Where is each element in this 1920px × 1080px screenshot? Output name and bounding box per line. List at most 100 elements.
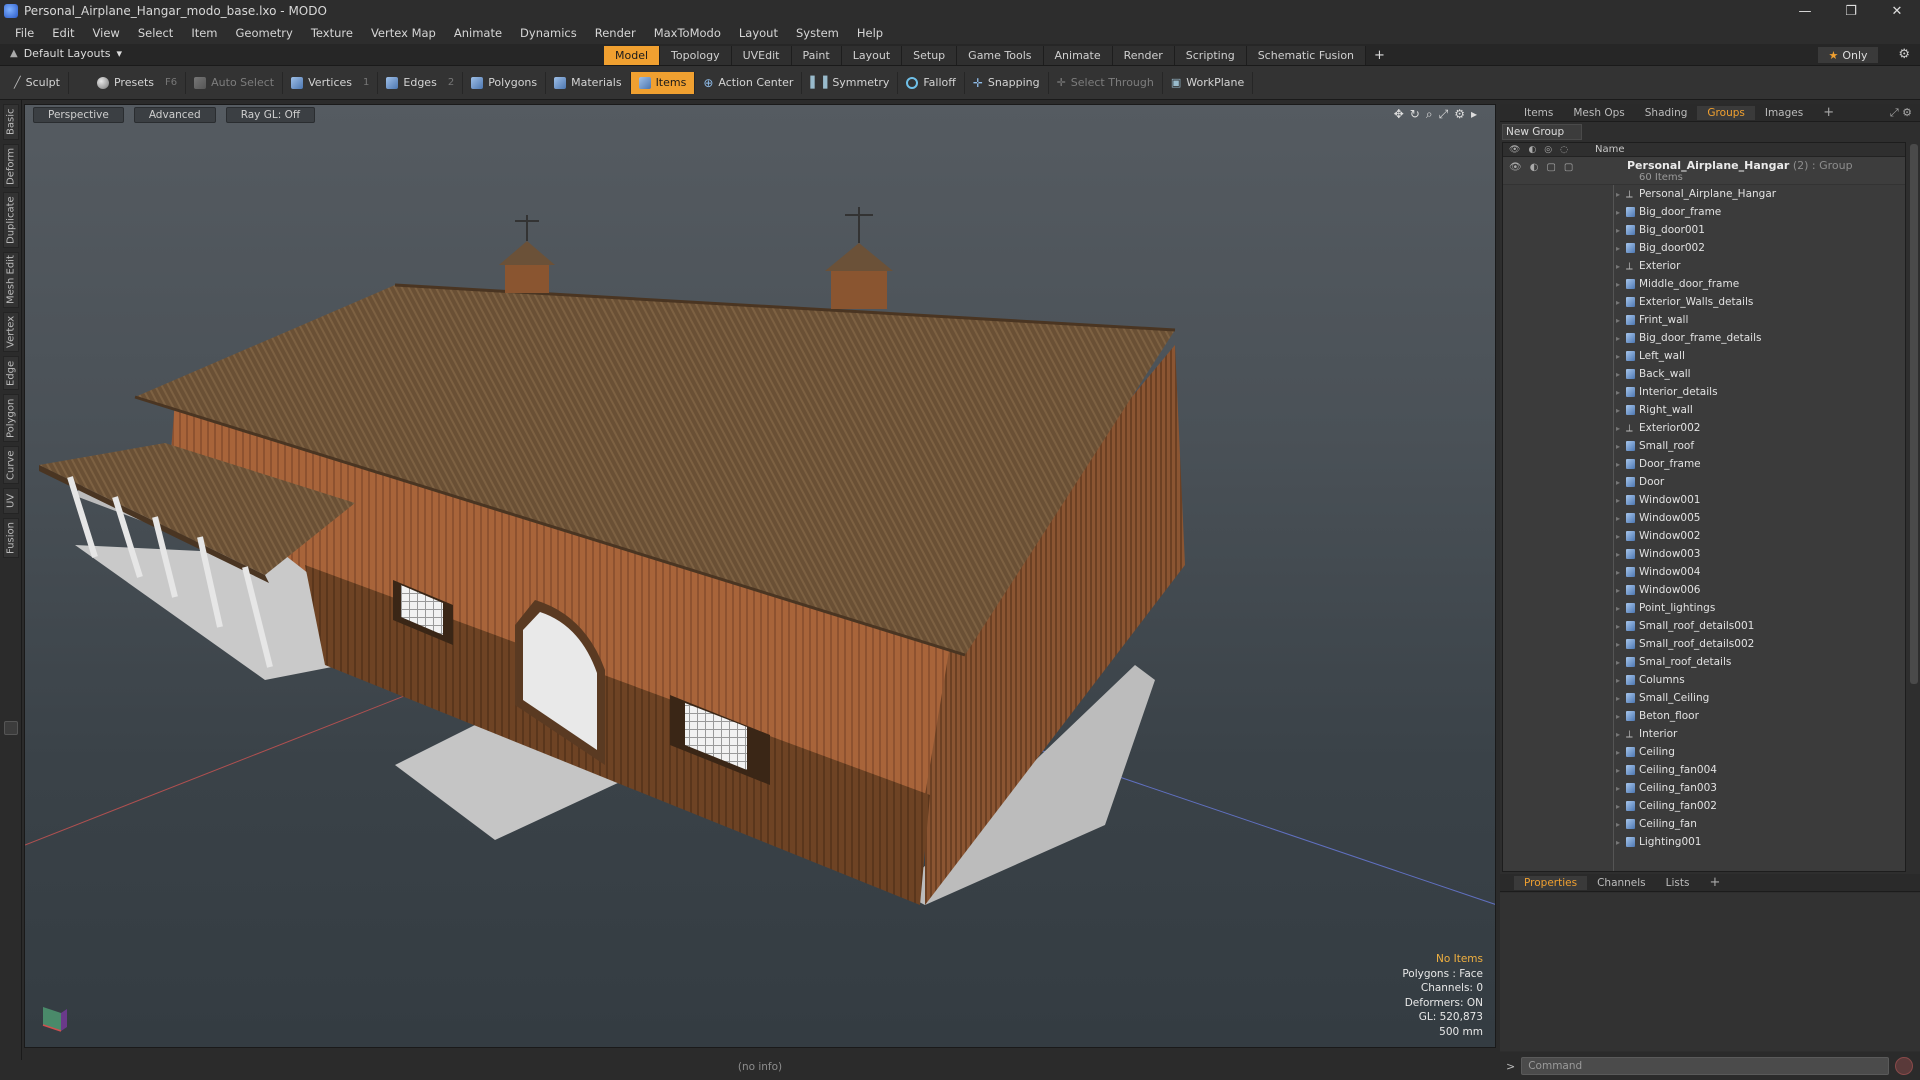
expand-icon[interactable]: ▸ [1616,298,1626,307]
tab-model[interactable]: Model [604,46,661,65]
list-item[interactable]: ▸ Columns [1503,671,1905,689]
select-icon[interactable]: ◌ [1560,145,1568,155]
viewport-settings-icon[interactable]: ⚙ [1454,107,1465,122]
list-item[interactable]: ▸ Window006 [1503,581,1905,599]
expand-icon[interactable]: ▸ [1616,730,1626,739]
expand-icon[interactable]: ▸ [1616,190,1626,199]
pin-icon[interactable]: ▲ [10,48,18,59]
menu-view[interactable]: View [84,26,129,40]
group-row[interactable]: 👁 ◐ ▢ ▢ Personal_Airplane_Hangar (2) : G… [1503,157,1905,185]
vtab-basic[interactable]: Basic [3,104,19,140]
raygl-toggle[interactable]: Ray GL: Off [225,107,316,123]
menu-dynamics[interactable]: Dynamics [511,26,586,40]
sculpt-button[interactable]: ╱ Sculpt [6,71,69,94]
list-item[interactable]: ▸ Door_frame [1503,455,1905,473]
menu-geometry[interactable]: Geometry [227,26,302,40]
render-icon[interactable]: ◐ [1530,162,1539,173]
expand-icon[interactable]: ▸ [1616,694,1626,703]
vtab-edge[interactable]: Edge [3,356,19,390]
list-item[interactable]: ▸ Ceiling_fan003 [1503,779,1905,797]
items-button[interactable]: Items [630,71,696,94]
expand-icon[interactable]: ▸ [1616,820,1626,829]
menu-maxtomodo[interactable]: MaxToModo [645,26,730,40]
list-item[interactable]: ▸ Small_roof_details001 [1503,617,1905,635]
menu-layout[interactable]: Layout [730,26,787,40]
tab-paint[interactable]: Paint [791,46,842,65]
palette-toggle-button[interactable] [4,721,18,735]
list-item[interactable]: ▸ Interior_details [1503,383,1905,401]
expand-icon[interactable]: ▸ [1616,334,1626,343]
select-through-button[interactable]: ✛ Select Through [1049,71,1163,94]
close-button[interactable]: ✕ [1874,0,1920,22]
expand-icon[interactable]: ▸ [1616,370,1626,379]
tab-schematic-fusion[interactable]: Schematic Fusion [1246,46,1367,65]
add-tab-button[interactable]: + [1366,46,1393,65]
tab-game-tools[interactable]: Game Tools [957,46,1044,65]
render-icon[interactable]: ◐ [1528,145,1536,155]
expand-icon[interactable]: ▸ [1616,784,1626,793]
auto-select-button[interactable]: Auto Select [186,71,284,94]
list-item[interactable]: ▸ ⟂ Exterior [1503,257,1905,275]
vtab-fusion[interactable]: Fusion [3,518,19,558]
list-item[interactable]: ▸ Smal_roof_details [1503,653,1905,671]
materials-button[interactable]: Materials [546,71,631,94]
tab-mesh-ops[interactable]: Mesh Ops [1563,106,1634,120]
menu-select[interactable]: Select [129,26,182,40]
maximize-button[interactable]: ❐ [1828,0,1874,22]
new-group-button[interactable]: New Group [1502,124,1582,140]
list-item[interactable]: ▸ Big_door_frame_details [1503,329,1905,347]
list-item[interactable]: ▸ Back_wall [1503,365,1905,383]
list-item[interactable]: ▸ Beton_floor [1503,707,1905,725]
vtab-uv[interactable]: UV [3,488,19,514]
expand-icon[interactable]: ▸ [1616,802,1626,811]
list-item[interactable]: ▸ Exterior_Walls_details [1503,293,1905,311]
command-input[interactable] [1521,1057,1890,1075]
view-type-dropdown[interactable]: Perspective [33,107,124,123]
tab-lists[interactable]: Lists [1656,876,1700,890]
expand-icon[interactable]: ▸ [1616,244,1626,253]
expand-icon[interactable]: ▸ [1616,712,1626,721]
lock-icon[interactable]: ▢ [1546,162,1555,173]
menu-vertex-map[interactable]: Vertex Map [362,26,445,40]
list-item[interactable]: ▸ Big_door001 [1503,221,1905,239]
list-item[interactable]: ▸ Right_wall [1503,401,1905,419]
expand-icon[interactable]: ▸ [1616,766,1626,775]
symmetry-button[interactable]: ▌▐ Symmetry [802,71,899,94]
zoom-icon[interactable]: ⌕ [1426,107,1433,122]
expand-icon[interactable]: ▸ [1616,496,1626,505]
expand-icon[interactable]: ▸ [1616,586,1626,595]
tab-animate[interactable]: Animate [1043,46,1113,65]
menu-system[interactable]: System [787,26,848,40]
shading-dropdown[interactable]: Advanced [133,107,216,123]
layout-selector[interactable]: ▲ Default Layouts ▾ [10,47,122,60]
lock-icon[interactable]: ◎ [1544,145,1552,155]
list-item[interactable]: ▸ Lighting001 [1503,833,1905,851]
list-item[interactable]: ▸ Ceiling [1503,743,1905,761]
tab-render[interactable]: Render [1112,46,1175,65]
expand-icon[interactable]: ▸ [1616,262,1626,271]
list-item[interactable]: ▸ Small_roof_details002 [1503,635,1905,653]
list-item[interactable]: ▸ Small_roof [1503,437,1905,455]
vtab-mesh-edit[interactable]: Mesh Edit [3,252,19,308]
tab-scripting[interactable]: Scripting [1174,46,1247,65]
list-item[interactable]: ▸ Window003 [1503,545,1905,563]
expand-icon[interactable]: ▸ [1616,568,1626,577]
tab-uvedit[interactable]: UVEdit [731,46,792,65]
tab-properties[interactable]: Properties [1514,875,1588,890]
presets-button[interactable]: Presets F6 [89,71,187,94]
3d-viewport[interactable]: Perspective Advanced Ray GL: Off ✥ ↻ ⌕ ⤢… [24,104,1496,1048]
expand-icon[interactable]: ▸ [1616,658,1626,667]
edges-button[interactable]: Edges 2 [378,71,464,94]
menu-help[interactable]: Help [848,26,892,40]
expand-icon[interactable]: ▸ [1616,604,1626,613]
menu-edit[interactable]: Edit [43,26,83,40]
expand-icon[interactable]: ▸ [1616,640,1626,649]
viewport-menu-icon[interactable]: ▸ [1471,107,1477,122]
expand-icon[interactable]: ▸ [1616,460,1626,469]
expand-icon[interactable]: ▸ [1616,406,1626,415]
add-properties-tab-button[interactable]: + [1699,874,1730,891]
menu-file[interactable]: File [6,26,43,40]
expand-icon[interactable]: ▸ [1616,316,1626,325]
tab-shading[interactable]: Shading [1635,106,1698,120]
expand-icon[interactable]: ▸ [1616,748,1626,757]
